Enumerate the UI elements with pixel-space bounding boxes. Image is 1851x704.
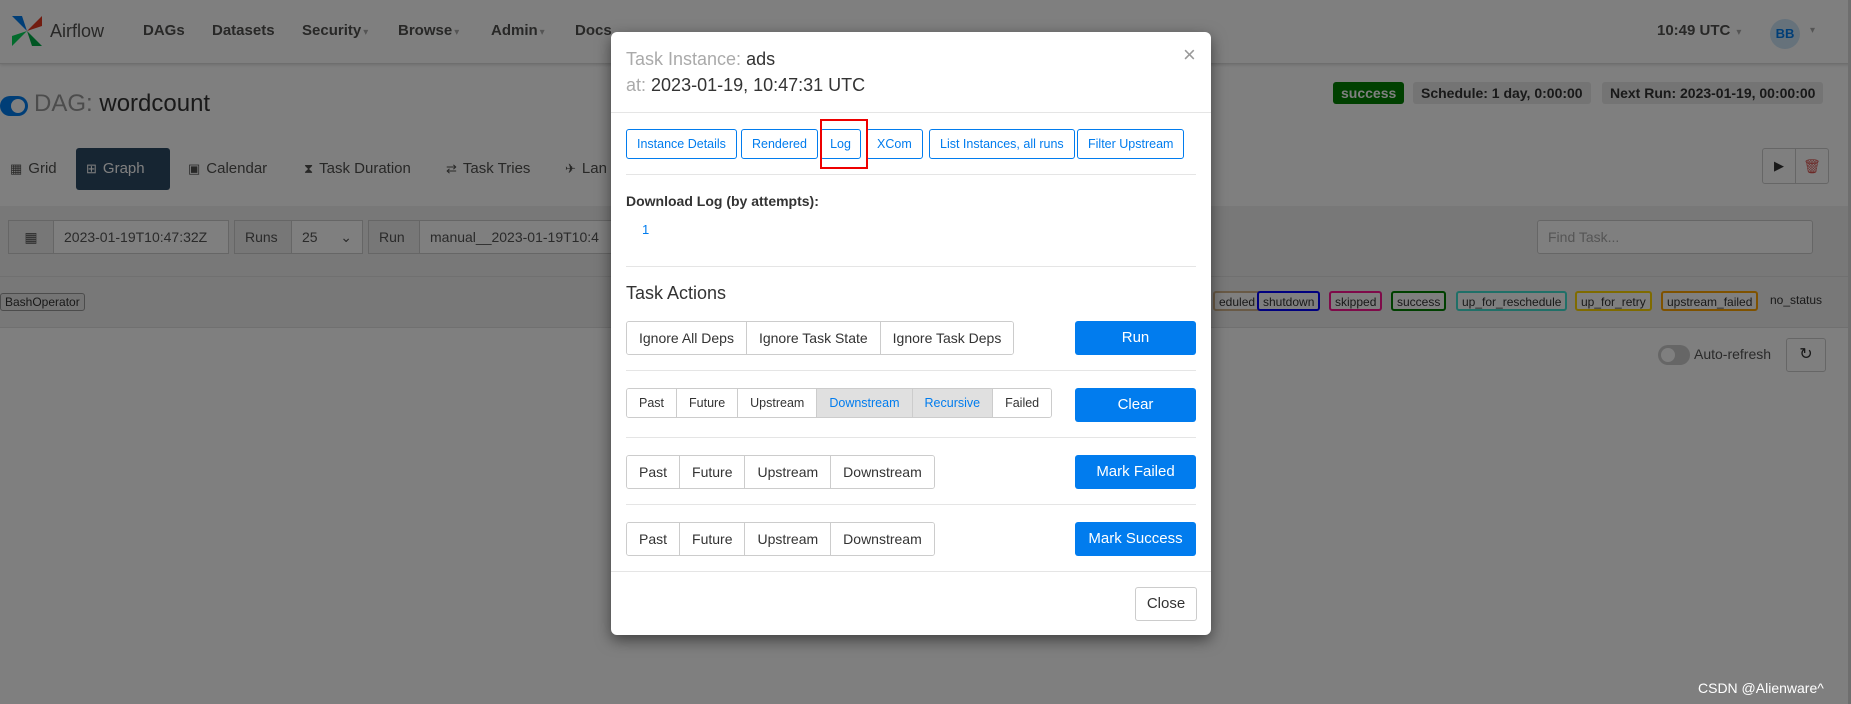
failed-future-toggle[interactable]: Future [680,456,746,488]
divider [626,437,1196,438]
success-upstream-toggle[interactable]: Upstream [745,523,832,555]
xcom-button[interactable]: XCom [866,129,923,159]
clear-future-toggle[interactable]: Future [677,389,739,417]
divider [626,370,1196,371]
success-past-toggle[interactable]: Past [627,523,681,555]
close-icon[interactable]: × [1183,42,1196,68]
instance-details-button[interactable]: Instance Details [626,129,737,159]
list-instances-button[interactable]: List Instances, all runs [929,129,1075,159]
clear-options-group: Past Future Upstream Downstream Recursive Fai… [626,388,1053,418]
divider [626,174,1196,175]
modal-subtitle: at: 2023-01-19, 10:47:31 UTC [626,75,866,95]
run-button[interactable]: Run [1075,321,1196,355]
mark-success-button[interactable]: Mark Success [1075,522,1196,556]
close-button[interactable]: Close [1135,587,1197,621]
log-attempt-link[interactable]: 1 [642,222,649,237]
rendered-button[interactable]: Rendered [741,129,818,159]
mark-failed-options-group: Past Future Upstream Downstream [626,455,935,489]
watermark: CSDN @Alienware^ [1698,680,1824,696]
task-instance-modal: Task Instance: ads at: 2023-01-19, 10:47… [611,32,1211,635]
divider [626,504,1196,505]
run-options-group: Ignore All Deps Ignore Task State Ignore T… [626,321,1015,355]
failed-past-toggle[interactable]: Past [627,456,681,488]
success-future-toggle[interactable]: Future [680,523,746,555]
annotation-highlight [820,119,868,169]
failed-upstream-toggle[interactable]: Upstream [745,456,832,488]
task-actions-title: Task Actions [626,283,727,303]
success-downstream-toggle[interactable]: Downstream [831,523,934,555]
mark-failed-button[interactable]: Mark Failed [1075,455,1196,489]
run-ignore-task-state-toggle[interactable]: Ignore Task State [746,322,881,354]
mark-success-options-group: Past Future Upstream Downstream [626,522,935,556]
clear-past-toggle[interactable]: Past [627,389,678,417]
download-log-label: Download Log (by attempts): [626,193,819,209]
clear-upstream-toggle[interactable]: Upstream [738,389,818,417]
modal-title: Task Instance: ads [626,49,776,69]
clear-button[interactable]: Clear [1075,388,1196,422]
clear-downstream-toggle[interactable]: Downstream [817,389,913,417]
divider [611,112,1211,113]
run-ignore-all-deps-toggle[interactable]: Ignore All Deps [627,322,747,354]
run-ignore-task-deps-toggle[interactable]: Ignore Task Deps [880,322,1014,354]
clear-failed-toggle[interactable]: Failed [993,389,1052,417]
filter-upstream-button[interactable]: Filter Upstream [1077,129,1185,159]
failed-downstream-toggle[interactable]: Downstream [831,456,934,488]
divider [626,266,1196,267]
divider [611,571,1211,572]
clear-recursive-toggle[interactable]: Recursive [912,389,994,417]
